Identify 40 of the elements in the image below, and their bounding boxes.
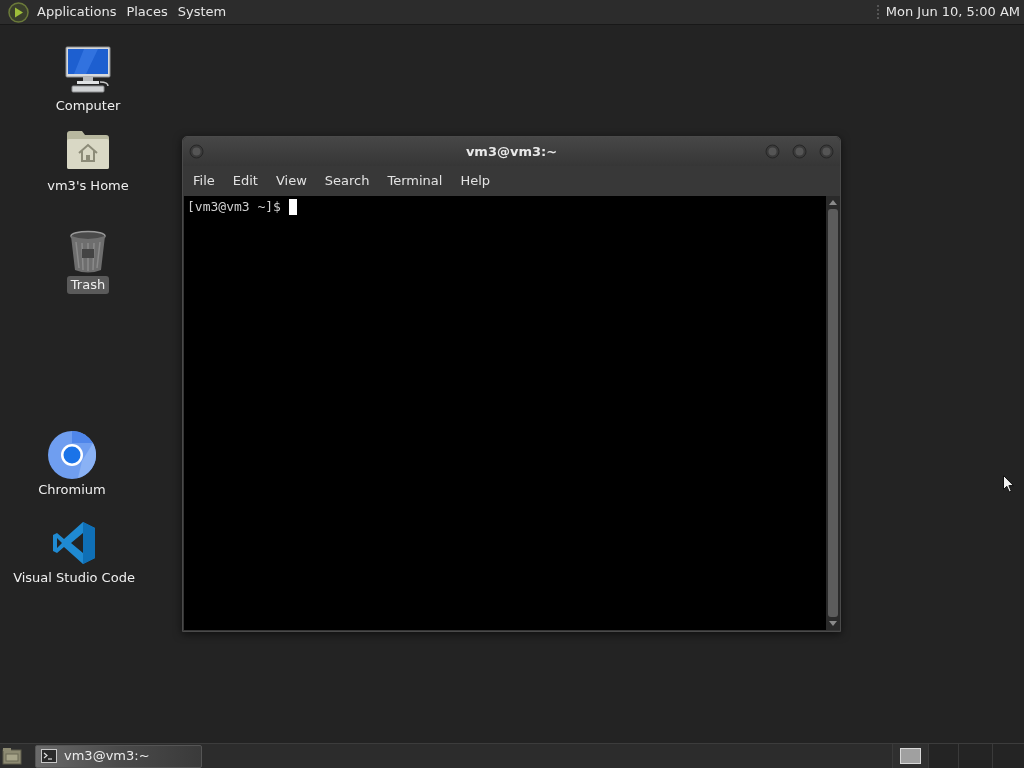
vscode-logo-icon[interactable] [52,521,96,565]
minimize-button-icon[interactable] [765,144,780,159]
drag-handle-icon[interactable] [875,4,880,20]
text-cursor [288,199,297,215]
scrollbar-thumb[interactable] [828,209,838,617]
show-desktop-icon[interactable] [2,747,22,765]
menu-item[interactable]: Terminal [381,169,449,193]
scroll-down-arrow-icon[interactable] [829,621,837,626]
menu-item[interactable]: View [269,169,313,193]
chromium-icon[interactable] [48,431,96,479]
mouse-pointer-icon [1003,475,1014,493]
panel-menu[interactable]: System [172,1,232,23]
window-titlebar[interactable]: vm3@vm3:~ [183,137,840,166]
taskbar-button[interactable]: vm3@vm3:~ [35,744,202,768]
menu-item[interactable]: Search [318,169,376,193]
window-title: vm3@vm3:~ [465,142,558,161]
panel-menu[interactable]: Applications [32,1,122,23]
desktop-icon-label[interactable]: Visual Studio Code [9,569,139,587]
terminal-prompt: [vm3@vm3 ~]$ [187,199,281,215]
menu-logo-icon[interactable] [8,1,29,23]
maximize-button-icon[interactable] [792,144,807,159]
terminal-icon [41,749,57,763]
close-button-icon[interactable] [819,144,834,159]
computer-icon[interactable] [64,46,112,94]
terminal-screen[interactable]: [vm3@vm3 ~]$ [184,196,826,630]
clock[interactable]: Mon Jun 10, 5:00 AM [885,2,1020,22]
scroll-up-arrow-icon[interactable] [829,200,837,205]
window-menu-button-icon[interactable] [189,144,204,159]
menu-item[interactable]: File [187,169,221,193]
workspace-window-thumbnail[interactable] [900,748,921,764]
home-folder-icon[interactable] [66,130,110,170]
desktop-icon-label[interactable]: Trash [66,276,110,294]
desktop-icon-label[interactable]: vm3's Home [43,177,133,195]
menu-item[interactable]: Edit [226,169,264,193]
trash-can-icon[interactable] [68,230,108,274]
desktop-icon-label[interactable]: Chromium [34,481,110,499]
menu-item[interactable]: Help [454,169,497,193]
scrollbar[interactable] [826,196,840,630]
desktop-icon-label[interactable]: Computer [51,97,125,115]
panel-menu[interactable]: Places [121,1,173,23]
